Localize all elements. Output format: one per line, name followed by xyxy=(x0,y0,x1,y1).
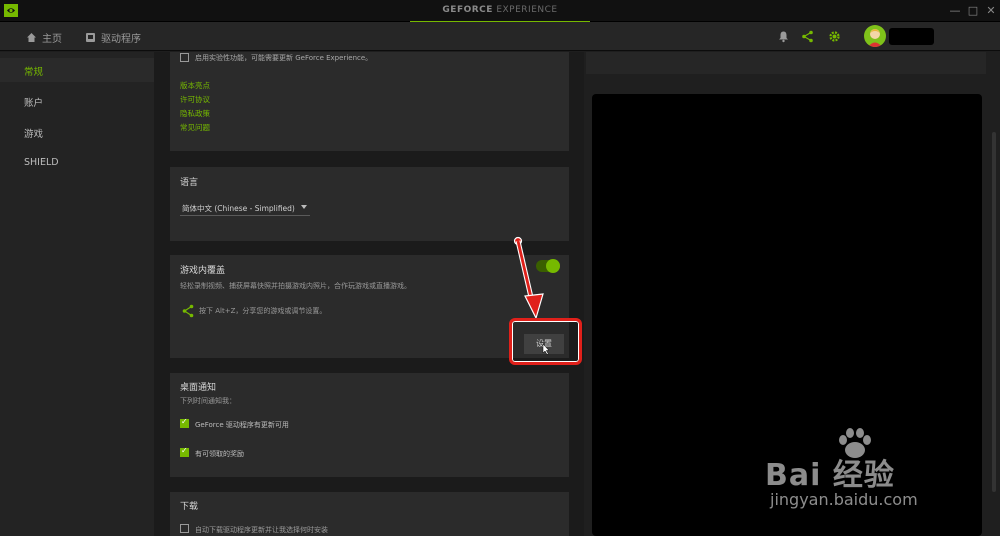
watermark-brand: Bai 经验 xyxy=(765,458,895,493)
annotation-highlight-box xyxy=(509,318,582,365)
baidu-watermark: Bai 经验 jingyan.baidu.com xyxy=(765,428,965,518)
watermark-url: jingyan.baidu.com xyxy=(770,490,918,509)
annotation-arrow-head xyxy=(524,293,544,320)
